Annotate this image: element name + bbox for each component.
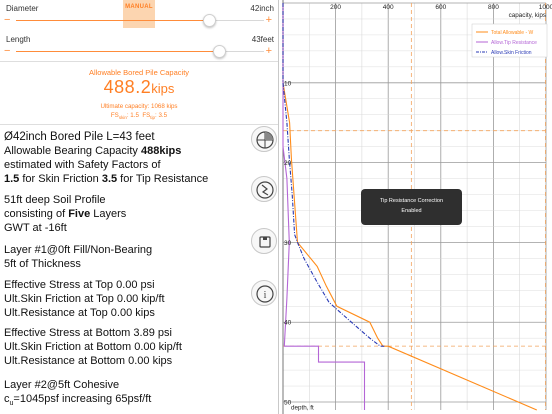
info-button[interactable]: i — [251, 280, 277, 306]
x-tick-label: 800 — [488, 4, 499, 11]
x-tick-label: 200 — [330, 4, 341, 11]
x-tick-label: 1000 — [539, 4, 552, 11]
length-decrease-button[interactable]: − — [4, 46, 10, 57]
pile-shape-button[interactable] — [251, 176, 277, 202]
summary-divider — [0, 124, 278, 125]
allowable-capacity-title: Allowable Bored Pile Capacity — [88, 68, 190, 77]
sf-tip-text: for Tip Resistance — [117, 173, 209, 185]
allowable-capacity-value: 488.2kips — [0, 77, 278, 98]
fs-skin-sub: skin — [118, 115, 127, 121]
diameter-label: Diameter — [6, 4, 39, 13]
y-tick-label: 20 — [284, 160, 292, 167]
toast-title: Tip Resistance Correction — [379, 198, 444, 204]
length-slider-thumb[interactable] — [213, 45, 227, 58]
diameter-slider-thumb[interactable] — [203, 14, 217, 27]
diameter-control: Diameter MANUAL 42inch − + — [0, 0, 278, 30]
capacity-prefix: Allowable Bearing Capacity — [4, 145, 141, 157]
length-slider[interactable] — [16, 45, 264, 58]
capacity-unit: kips — [151, 81, 175, 96]
legend-label: Total Allowable - W — [491, 30, 534, 36]
sf-skin-text: for Skin Friction — [19, 173, 102, 185]
layer1-line: Ult.Resistance at Bottom 0.00 kips — [4, 355, 173, 367]
gwt-line: GWT at -16ft — [4, 222, 67, 234]
report-panel: Diameter MANUAL 42inch − + Length 43feet… — [0, 0, 278, 414]
safety-factors: FSskin: 1.5 FStip: 3.5 — [0, 112, 278, 120]
report-capacity-line: Allowable Bearing Capacity 488kips — [4, 144, 278, 158]
diameter-increase-button[interactable]: + — [266, 15, 272, 26]
layer1-title: Layer #1@0ft Fill/Non-Bearing — [4, 244, 153, 256]
y-tick-label: 40 — [284, 320, 292, 327]
info-icon: i — [256, 285, 274, 303]
manual-mode-button[interactable]: MANUAL — [123, 0, 155, 28]
svg-text:i: i — [264, 290, 267, 301]
soil-layers-line: consisting of Five Layers — [4, 207, 278, 221]
sf-skin: 1.5 — [4, 173, 20, 185]
capacity-number: 488.2 — [103, 77, 152, 97]
layer1-line: Ult.Resistance at Top 0.00 kips — [4, 307, 155, 319]
diameter-slider-fill — [16, 20, 210, 21]
layer1-line: Effective Stress at Top 0.00 psi — [4, 279, 155, 291]
fs-skin-prefix: FS — [110, 112, 119, 119]
consist-prefix: consisting of — [4, 208, 69, 220]
soil-profile-icon — [256, 131, 274, 149]
save-button[interactable] — [251, 228, 277, 254]
tip-correction-toast: Tip Resistance Correction Enabled — [361, 189, 462, 225]
diameter-slider[interactable] — [16, 14, 264, 27]
layer-count: Five — [68, 208, 91, 220]
toast-status: Enabled — [401, 208, 422, 214]
diameter-decrease-button[interactable]: − — [4, 15, 10, 26]
consist-suffix: Layers — [90, 208, 127, 220]
layer1-line: Ult.Skin Friction at Bottom 0.00 kip/ft — [4, 341, 182, 353]
length-slider-fill — [16, 51, 220, 52]
sf-tip: 3.5 — [101, 173, 118, 185]
layer1-line: Effective Stress at Bottom 3.89 psi — [4, 327, 172, 339]
soil-profile-heading: 51ft deep Soil Profile — [4, 194, 106, 206]
y-tick-label: 10 — [284, 80, 292, 87]
report-safety-line: 1.5 for Skin Friction 3.5 for Tip Resist… — [4, 172, 278, 186]
capacity-value: 488kips — [140, 145, 182, 157]
report-estimated-line: estimated with Safety Factors of — [4, 159, 161, 171]
x-tick-label: 600 — [435, 4, 446, 11]
fs-skin-value: : 1.5 — [126, 112, 139, 119]
fs-tip-value: : 3.5 — [155, 112, 168, 119]
length-label: Length — [6, 35, 31, 44]
layer1-thickness: 5ft of Thickness — [4, 258, 81, 270]
save-icon — [259, 236, 271, 248]
y-tick-label: 30 — [284, 240, 292, 247]
layer2-title: Layer #2@5ft Cohesive — [4, 379, 120, 391]
layer1-line: Ult.Skin Friction at Top 0.00 kip/ft — [4, 293, 165, 305]
y-axis-unit-label: depth, ft — [291, 405, 314, 412]
legend-label: Allow.Tip Resistance — [491, 40, 537, 46]
layer2-cohesion: cu=1045psf increasing 65psf/ft — [4, 392, 278, 411]
series-line — [282, 3, 385, 347]
soil-profile-button[interactable] — [251, 126, 277, 152]
diameter-value: 42inch — [250, 4, 274, 13]
legend-label: Allow.Skin Friction — [491, 50, 532, 56]
chart-legend: Total Allowable - W Allow.Tip Resistance A… — [471, 23, 548, 58]
length-control: Length 43feet − + — [0, 30, 278, 60]
ultimate-capacity: Ultimate capacity: 1068 kips — [100, 103, 178, 110]
x-axis-unit-label: capacity, kips — [509, 12, 546, 19]
x-tick-label: 400 — [383, 4, 394, 11]
length-increase-button[interactable]: + — [266, 46, 272, 57]
length-value: 43feet — [251, 35, 274, 44]
layer2-rest: =1045psf increasing 65psf/ft — [13, 393, 152, 405]
report-heading: Ø42inch Bored Pile L=43 feet — [4, 131, 155, 143]
pile-shape-icon — [256, 181, 274, 199]
controls-divider — [0, 61, 278, 62]
